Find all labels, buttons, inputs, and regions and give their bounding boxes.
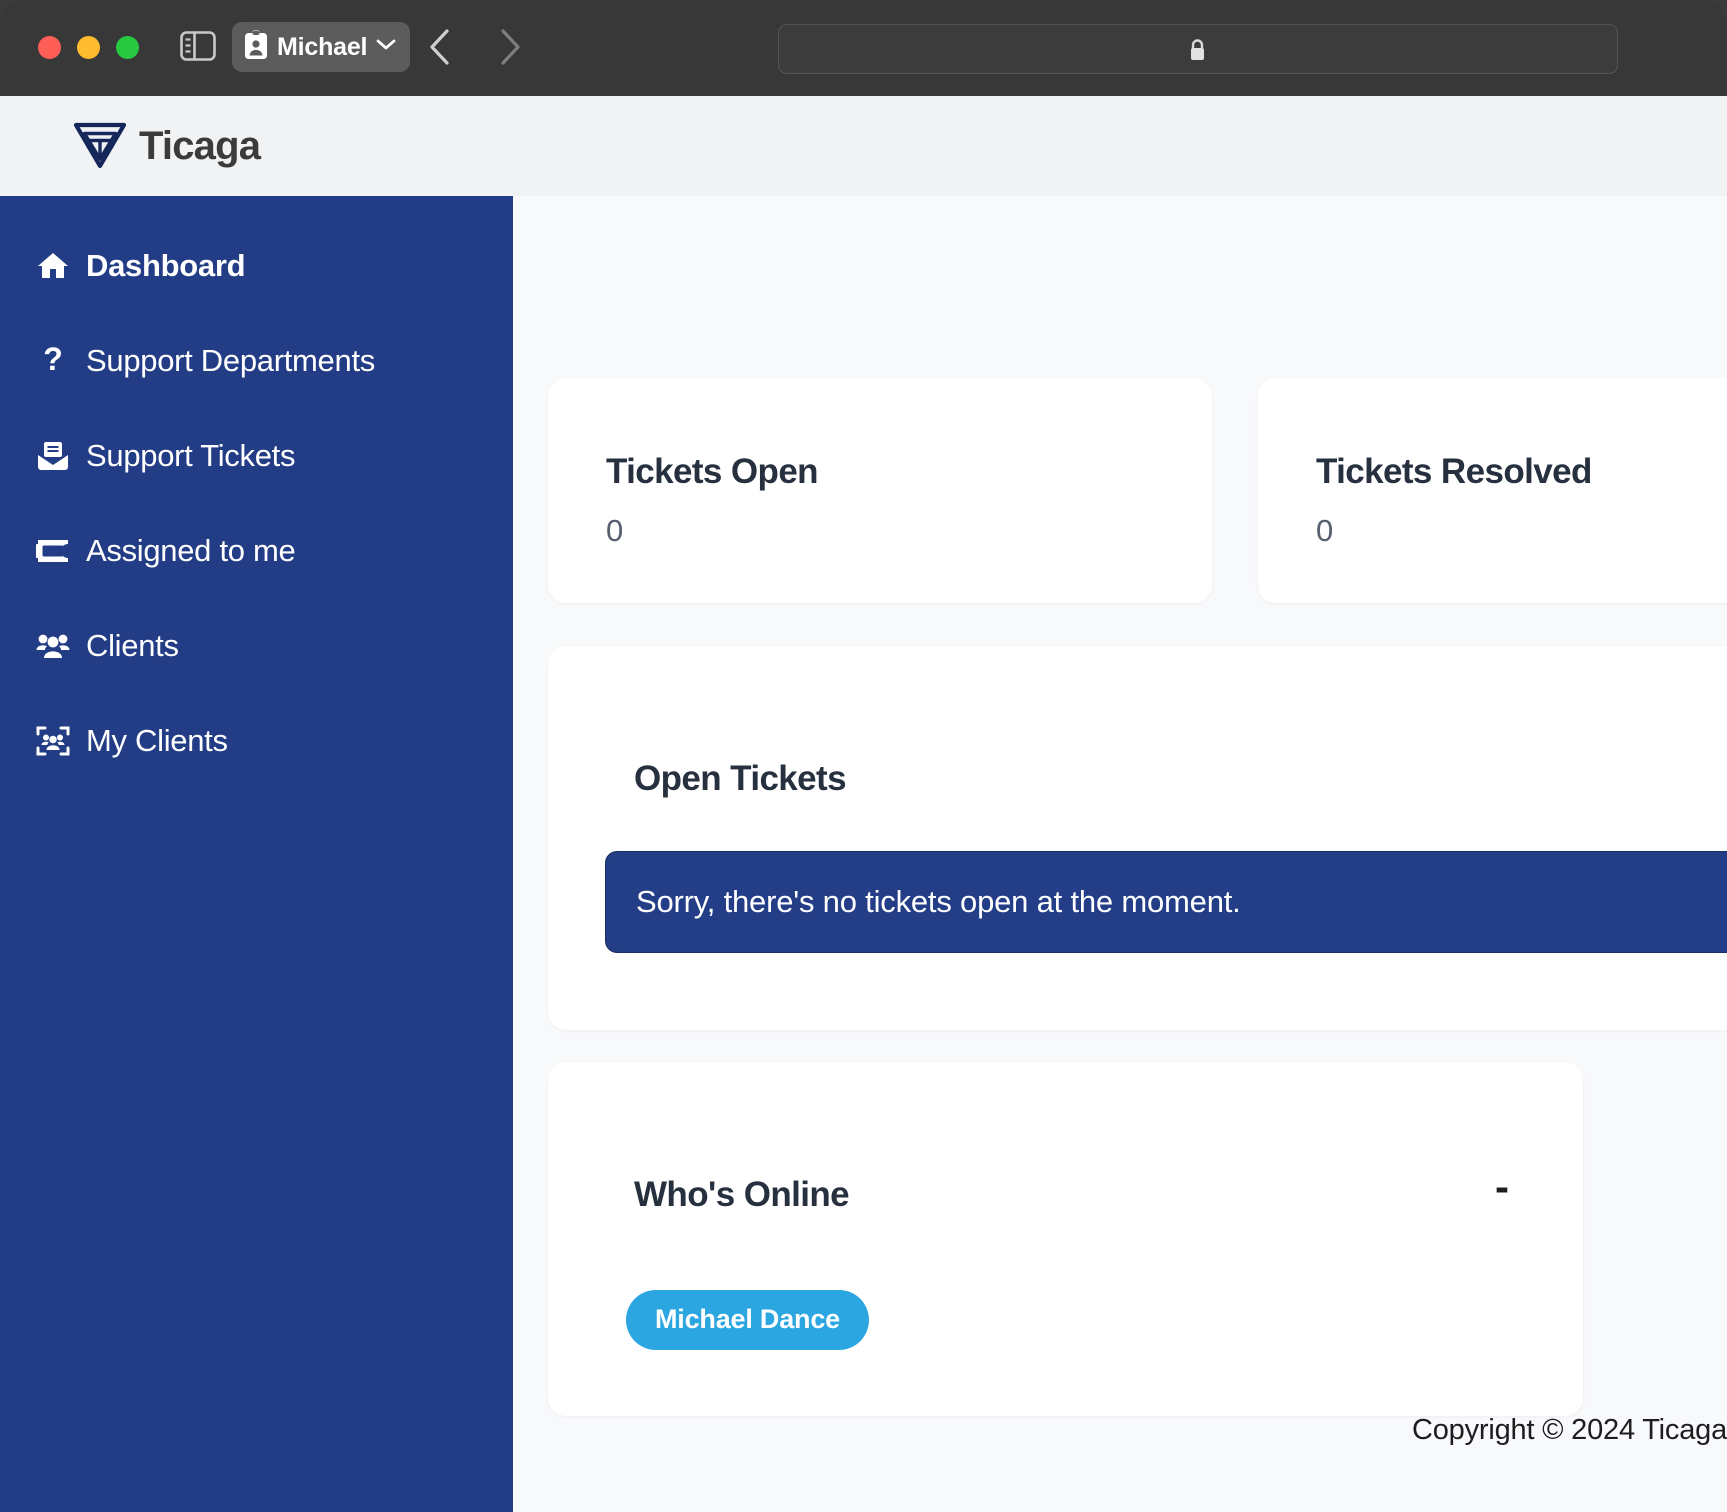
people-focus-frame-icon (36, 724, 70, 758)
minimize-window-button[interactable] (77, 36, 100, 59)
profile-name: Michael (277, 32, 368, 61)
sidebar-item-my-clients[interactable]: My Clients (0, 715, 513, 767)
sidebar-item-label: Dashboard (86, 248, 246, 283)
people-group-icon (36, 629, 70, 663)
ticket-icon (36, 534, 70, 568)
no-open-tickets-alert: Sorry, there's no tickets open at the mo… (605, 851, 1727, 953)
sidebar-item-label: Support Departments (86, 343, 375, 378)
stat-card-tickets-open: Tickets Open 0 (548, 378, 1212, 603)
stat-card-title: Tickets Open (606, 452, 819, 491)
sidebar-item-label: Clients (86, 628, 179, 663)
whos-online-title: Who's Online (634, 1175, 850, 1214)
collapse-panel-button[interactable]: - (1495, 1166, 1509, 1208)
open-tickets-panel: Open Tickets Sorry, there's no tickets o… (548, 646, 1727, 1030)
browser-titlebar: Michael (0, 0, 1727, 96)
sidebar-item-label: Assigned to me (86, 533, 296, 568)
sidebar-item-clients[interactable]: Clients (0, 620, 513, 672)
home-icon (36, 249, 70, 283)
brand-logo[interactable]: Ticaga (72, 118, 261, 175)
brand-name: Ticaga (139, 124, 261, 168)
sidebar-item-support-departments[interactable]: ? Support Departments (0, 335, 513, 387)
lock-icon (1188, 38, 1207, 62)
sidebar-item-label: My Clients (86, 723, 228, 758)
ticaga-triangle-logo (72, 118, 128, 175)
svg-text:?: ? (43, 344, 63, 377)
contact-card-icon (244, 30, 268, 65)
sidebar-item-assigned-to-me[interactable]: Assigned to me (0, 525, 513, 577)
stat-card-value: 0 (606, 513, 624, 548)
profile-selector[interactable]: Michael (232, 22, 411, 72)
sidebar-item-support-tickets[interactable]: Support Tickets (0, 430, 513, 482)
page-viewport: Ticaga Dashboard ? Support Departments S… (0, 96, 1727, 1512)
address-bar[interactable] (778, 24, 1618, 74)
sidebar-item-label: Support Tickets (86, 438, 296, 473)
online-user-badge[interactable]: Michael Dance (626, 1290, 869, 1350)
chevron-right-icon[interactable] (486, 24, 530, 70)
browser-window: Michael Ticaga Dashboard ? Support Depar… (0, 0, 1727, 1512)
chevron-down-icon[interactable] (376, 38, 396, 56)
sidebar-toggle-icon[interactable] (180, 30, 216, 62)
stats-row: Tickets Open 0 Tickets Resolved 0 (548, 378, 1727, 603)
open-tickets-title: Open Tickets (634, 759, 847, 798)
chevron-left-icon[interactable] (420, 24, 464, 70)
stat-card-tickets-resolved: Tickets Resolved 0 (1258, 378, 1727, 603)
stat-card-title: Tickets Resolved (1316, 452, 1592, 491)
online-users-list: Michael Dance (626, 1290, 869, 1350)
question-mark-icon: ? (36, 344, 70, 378)
close-window-button[interactable] (38, 36, 61, 59)
sidebar-item-dashboard[interactable]: Dashboard (0, 240, 513, 292)
maximize-window-button[interactable] (116, 36, 139, 59)
mail-open-icon (36, 439, 70, 473)
window-controls (38, 36, 139, 59)
main-content: Tickets Open 0 Tickets Resolved 0 Open T… (513, 196, 1727, 1512)
footer: Copyright © 2024 Ticaga (513, 1414, 1727, 1447)
copyright-text: Copyright © 2024 Ticaga (1411, 1414, 1727, 1446)
whos-online-panel: Who's Online - Michael Dance (548, 1062, 1583, 1416)
stat-card-value: 0 (1316, 513, 1334, 548)
no-open-tickets-message: Sorry, there's no tickets open at the mo… (636, 884, 1241, 919)
app-header: Ticaga (0, 96, 1727, 196)
sidebar: Dashboard ? Support Departments Support … (0, 196, 513, 1512)
